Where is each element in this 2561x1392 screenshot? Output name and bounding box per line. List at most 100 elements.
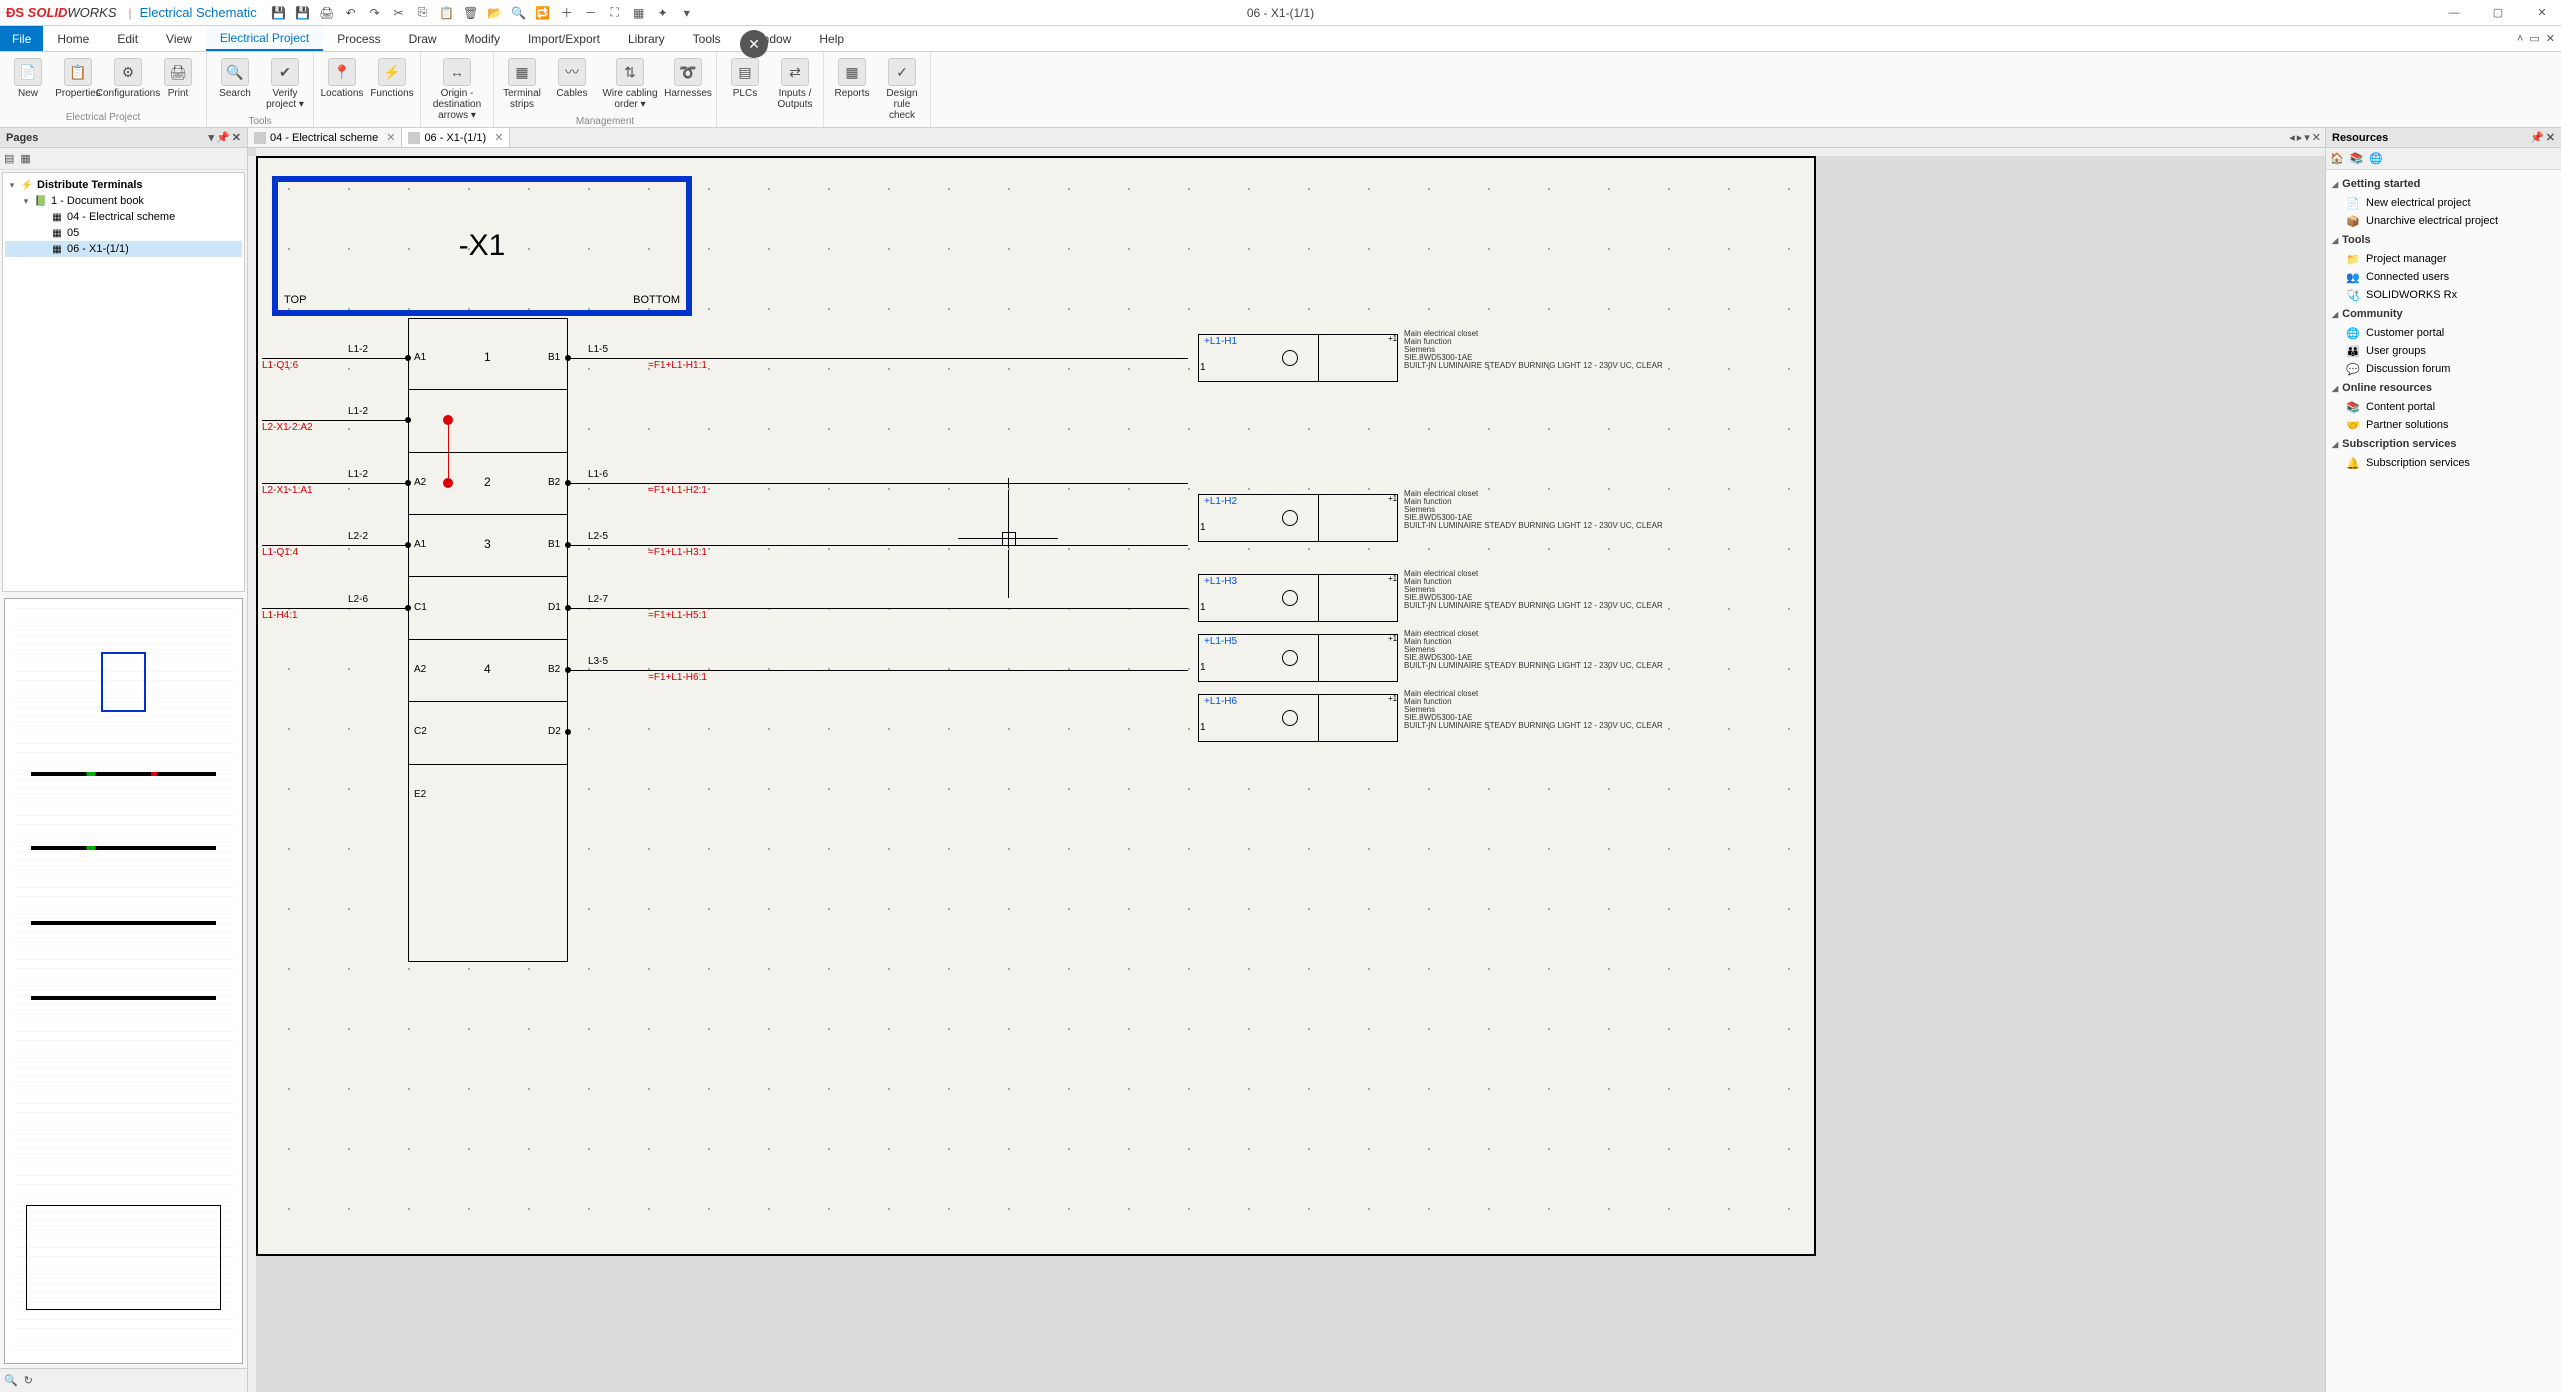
panel-menu-icon[interactable]: ▾ [209, 131, 215, 144]
doc-tab-close-icon[interactable]: ✕ [494, 131, 503, 144]
left-bottom-icon-2[interactable]: ↻ [24, 1374, 33, 1387]
content-portal[interactable]: 📚Content portal [2332, 398, 2555, 416]
tree-page-item[interactable]: ▦04 - Electrical scheme [5, 209, 242, 225]
tab-menu-icon[interactable]: ▾ [2304, 131, 2310, 144]
close-overlay-button[interactable]: ✕ [740, 30, 768, 58]
maximize-button[interactable]: ▢ [2485, 3, 2511, 23]
print-button[interactable]: 🖨Print [154, 54, 202, 110]
tree-page-item[interactable]: ▦05 [5, 225, 242, 241]
snap-icon[interactable]: ✦ [655, 5, 671, 21]
paste-icon[interactable]: 📋 [439, 5, 455, 21]
new-electrical-project[interactable]: 📄New electrical project [2332, 194, 2555, 212]
menu-tab-library[interactable]: Library [614, 26, 679, 51]
connected-users[interactable]: 👥Connected users [2332, 268, 2555, 286]
subscription-services[interactable]: 🔔Subscription services [2332, 454, 2555, 472]
menu-tab-process[interactable]: Process [323, 26, 394, 51]
functions-button[interactable]: ⚡Functions [368, 54, 416, 121]
pages-toolbar-icon-1[interactable]: ▤ [4, 152, 14, 165]
menu-tab-tools[interactable]: Tools [679, 26, 735, 51]
doc-tab[interactable]: 04 - Electrical scheme✕ [248, 128, 402, 147]
save-icon[interactable]: 💾 [271, 5, 287, 21]
left-bottom-icon-1[interactable]: 🔍 [4, 1374, 18, 1387]
pages-tree[interactable]: ▾⚡ Distribute Terminals ▾📗 1 - Document … [2, 172, 245, 592]
dropdown-icon[interactable]: ▾ [679, 5, 695, 21]
io-button[interactable]: ⇄Inputs / Outputs [771, 54, 819, 121]
tree-book[interactable]: ▾📗 1 - Document book [5, 193, 242, 209]
discussion-forum[interactable]: 💬Discussion forum [2332, 360, 2555, 378]
search-button[interactable]: 🔍Search [211, 54, 259, 114]
open-icon[interactable]: 📂 [487, 5, 503, 21]
cut-icon[interactable]: ✂ [391, 5, 407, 21]
menu-tab-help[interactable]: Help [805, 26, 858, 51]
origin-dest-button[interactable]: ↔Origin - destination arrows ▾ [425, 54, 489, 125]
unarchive-electrical-project[interactable]: 📦Unarchive electrical project [2332, 212, 2555, 230]
file-tab[interactable]: File [0, 26, 43, 51]
user-groups[interactable]: 👪User groups [2332, 342, 2555, 360]
resources-home-icon[interactable]: 🏠 [2330, 152, 2344, 165]
resources-close-icon[interactable]: ✕ [2546, 131, 2555, 144]
component-description-line: BUILT-IN LUMINAIRE STEADY BURNING LIGHT … [1404, 662, 1663, 671]
harnesses-button[interactable]: ➰Harnesses [664, 54, 712, 114]
design-rule-check-button[interactable]: ✓Design rule check [878, 54, 926, 125]
panel-close-icon[interactable]: ✕ [232, 131, 241, 144]
reports-button[interactable]: ▦Reports [828, 54, 876, 125]
resources-group-header[interactable]: Online resources [2332, 378, 2555, 398]
tab-close-icon[interactable]: ✕ [2312, 131, 2321, 144]
resources-library-icon[interactable]: 📚 [2350, 152, 2364, 165]
save-all-icon[interactable]: 💾 [295, 5, 311, 21]
plcs-button[interactable]: ▤PLCs [721, 54, 769, 121]
tree-page-item[interactable]: ▦06 - X1-(1/1) [5, 241, 242, 257]
copy-icon[interactable]: ⎘ [415, 5, 431, 21]
drawing-canvas[interactable]: -X1 TOP BOTTOM L1-2L1-Q1:6A11B1L1-5=F1+L… [248, 148, 2325, 1392]
zoom-out-icon[interactable]: － [583, 5, 599, 21]
menu-tab-view[interactable]: View [152, 26, 206, 51]
redo-icon[interactable]: ↷ [367, 5, 383, 21]
menu-tab-edit[interactable]: Edit [103, 26, 152, 51]
resources-group-header[interactable]: Subscription services [2332, 434, 2555, 454]
mdi-close-icon[interactable]: ✕ [2546, 32, 2555, 45]
cables-button[interactable]: 〰Cables [548, 54, 596, 114]
resources-web-icon[interactable]: 🌐 [2369, 152, 2383, 165]
locations-button[interactable]: 📍Locations [318, 54, 366, 121]
close-button[interactable]: ✕ [2529, 3, 2555, 23]
ribbon-collapse-icon[interactable]: ˄ [2517, 33, 2523, 45]
project-manager[interactable]: 📁Project manager [2332, 250, 2555, 268]
replace-icon[interactable]: 🔁 [535, 5, 551, 21]
undo-icon[interactable]: ↶ [343, 5, 359, 21]
pages-toolbar-icon-2[interactable]: ▦ [20, 152, 30, 165]
wire-cabling-order-button[interactable]: ⇅Wire cabling order ▾ [598, 54, 662, 114]
new-button[interactable]: 📄New [4, 54, 52, 110]
tree-root[interactable]: ▾⚡ Distribute Terminals [5, 177, 242, 193]
resources-pin-icon[interactable]: 📌 [2530, 131, 2544, 144]
customer-portal[interactable]: 🌐Customer portal [2332, 324, 2555, 342]
minimize-button[interactable]: — [2441, 3, 2467, 23]
menu-tab-home[interactable]: Home [43, 26, 103, 51]
solidworks-rx[interactable]: 🩺SOLIDWORKS Rx [2332, 286, 2555, 304]
menu-tab-draw[interactable]: Draw [395, 26, 451, 51]
configurations-button[interactable]: ⚙Configurations [104, 54, 152, 110]
tab-nav-left-icon[interactable]: ◂ [2289, 131, 2295, 144]
grid-icon[interactable]: ▦ [631, 5, 647, 21]
origin-dest-button-label: Origin - destination arrows ▾ [427, 88, 487, 121]
terminal-strips-button[interactable]: ▦Terminal strips [498, 54, 546, 114]
partner-solutions[interactable]: 🤝Partner solutions [2332, 416, 2555, 434]
menu-tab-modify[interactable]: Modify [451, 26, 514, 51]
menu-tab-import-export[interactable]: Import/Export [514, 26, 614, 51]
find-icon[interactable]: 🔍 [511, 5, 527, 21]
menu-tab-electrical-project[interactable]: Electrical Project [206, 26, 323, 51]
page-thumbnail[interactable] [4, 598, 243, 1364]
resources-group-header[interactable]: Getting started [2332, 174, 2555, 194]
tab-nav-right-icon[interactable]: ▸ [2297, 131, 2303, 144]
resources-group-header[interactable]: Community [2332, 304, 2555, 324]
properties-button[interactable]: 📋Properties [54, 54, 102, 110]
mdi-restore-icon[interactable]: ▭ [2529, 32, 2539, 45]
doc-tab[interactable]: 06 - X1-(1/1)✕ [402, 128, 510, 147]
zoom-in-icon[interactable]: ＋ [559, 5, 575, 21]
fit-icon[interactable]: ⛶ [607, 5, 623, 21]
doc-tab-close-icon[interactable]: ✕ [386, 131, 395, 144]
verify-project-button[interactable]: ✔Verify project ▾ [261, 54, 309, 114]
resources-group-header[interactable]: Tools [2332, 230, 2555, 250]
print-icon[interactable]: 🖨 [319, 5, 335, 21]
panel-pin-icon[interactable]: 📌 [216, 131, 230, 144]
delete-icon[interactable]: 🗑 [463, 5, 479, 21]
